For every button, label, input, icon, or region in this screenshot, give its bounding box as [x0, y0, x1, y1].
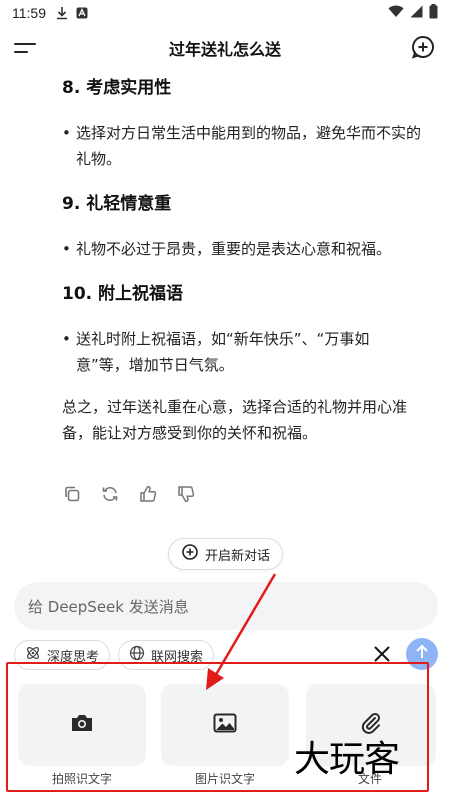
web-search-label: 联网搜索 [151, 649, 204, 665]
bullet-text: 礼物不必过于昂贵，重要的是表达心意和祝福。 [62, 236, 422, 262]
bullet-text: 送礼时附上祝福语，如“新年快乐”、“万事如意”等，增加节日气氛。 [62, 326, 422, 378]
camera-icon [70, 713, 94, 737]
regenerate-icon[interactable] [100, 484, 120, 504]
thumbs-up-icon[interactable] [138, 484, 158, 504]
notification-a-icon [76, 7, 88, 19]
new-chat-icon[interactable] [410, 34, 436, 60]
image-ocr-label: 图片识文字 [194, 772, 255, 786]
app-header: 过年送礼怎么送 [0, 28, 450, 68]
message-actions [62, 484, 196, 504]
message-input[interactable]: 给 DeepSeek 发送消息 [14, 582, 438, 630]
section-heading: 10. 附上祝福语 [62, 284, 184, 304]
image-ocr-button[interactable] [161, 684, 289, 766]
assistant-message: 8. 考虑实用性 选择对方日常生活中能用到的物品，避免华而不实的礼物。 9. 礼… [62, 72, 422, 446]
bullet-text: 选择对方日常生活中能用到的物品，避免华而不实的礼物。 [62, 120, 422, 172]
menu-icon[interactable] [14, 36, 40, 60]
new-chat-small-icon [181, 543, 199, 565]
close-panel-icon[interactable] [370, 642, 394, 666]
wifi-icon [388, 5, 404, 22]
photo-ocr-button[interactable] [18, 684, 146, 766]
summary-text: 总之，过年送礼重在心意，选择合适的礼物并用心准备，能让对方感受到你的关怀和祝福。 [62, 398, 408, 442]
new-dialog-button[interactable]: 开启新对话 [168, 538, 284, 570]
status-time: 11:59 [12, 5, 46, 21]
thumbs-down-icon[interactable] [176, 484, 196, 504]
section-heading: 8. 考虑实用性 [62, 78, 172, 98]
deep-think-label: 深度思考 [47, 649, 100, 665]
page-title: 过年送礼怎么送 [168, 40, 281, 59]
battery-icon [429, 3, 438, 23]
signal-icon [410, 5, 423, 22]
copy-icon[interactable] [62, 484, 82, 504]
new-dialog-label: 开启新对话 [205, 548, 271, 564]
watermark-text: 大玩客 [294, 739, 400, 780]
section-heading: 9. 礼轻情意重 [62, 194, 172, 214]
photo-ocr-label: 拍照识文字 [51, 772, 112, 786]
globe-icon [129, 645, 145, 665]
atom-icon [25, 645, 41, 665]
image-icon [213, 713, 237, 737]
arrow-up-icon [414, 644, 430, 664]
message-input-placeholder: 给 DeepSeek 发送消息 [28, 597, 189, 616]
status-bar: 11:59 [0, 0, 450, 26]
download-icon [56, 6, 68, 20]
